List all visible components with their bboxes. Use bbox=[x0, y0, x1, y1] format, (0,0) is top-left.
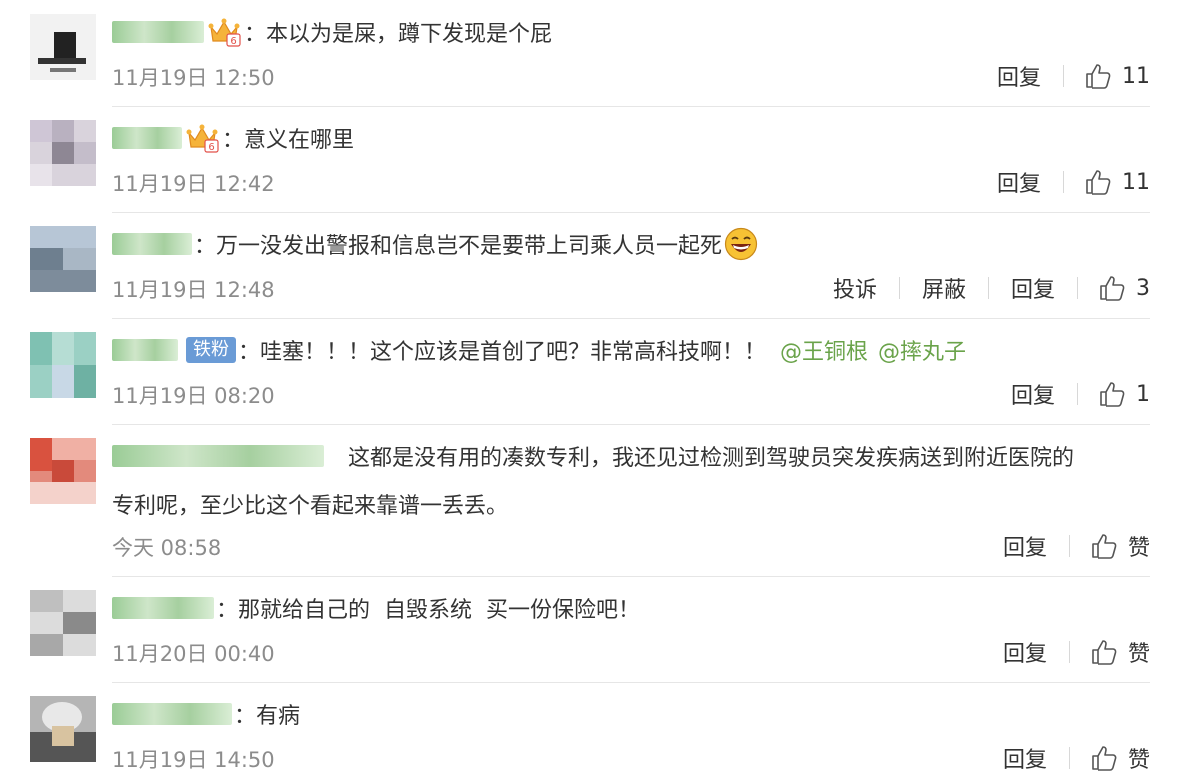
like-label[interactable]: 赞 bbox=[1128, 530, 1150, 562]
comment-time: 今天 08:58 bbox=[112, 536, 222, 560]
divider bbox=[112, 106, 1150, 107]
comment-time: 11月19日 12:48 bbox=[112, 278, 275, 302]
thumbs-up-icon[interactable] bbox=[1098, 380, 1126, 408]
separator bbox=[898, 277, 900, 299]
comment-time: 11月20日 00:40 bbox=[112, 642, 275, 666]
comment-text: 意义在哪里 bbox=[244, 128, 355, 153]
avatar[interactable] bbox=[30, 332, 96, 398]
separator bbox=[1077, 383, 1078, 405]
comment-text: 本以为是屎，蹲下发现是个屁 bbox=[266, 22, 553, 47]
avatar[interactable] bbox=[30, 438, 96, 504]
thumbs-up-icon[interactable] bbox=[1098, 274, 1126, 302]
separator bbox=[1063, 171, 1064, 193]
thumbs-up-icon[interactable] bbox=[1084, 62, 1112, 90]
thumbs-up-icon[interactable] bbox=[1090, 532, 1118, 560]
comment-time: 11月19日 12:50 bbox=[112, 66, 275, 90]
comment-text: 万一没发出警报和信息岂不是要带上司乘人员一起死 bbox=[216, 234, 723, 259]
comment-time: 11月19日 08:20 bbox=[112, 384, 275, 408]
crown-vip-icon: 6 bbox=[208, 17, 242, 47]
reply-button[interactable]: 回复 bbox=[1001, 742, 1049, 774]
fan-badge: 铁粉 bbox=[186, 337, 236, 363]
mention-link[interactable]: @王铜根 bbox=[780, 334, 868, 366]
avatar[interactable] bbox=[30, 590, 96, 656]
avatar[interactable] bbox=[30, 226, 96, 292]
separator bbox=[1063, 65, 1064, 87]
svg-text:6: 6 bbox=[230, 36, 236, 47]
mention-link[interactable]: @摔丸子 bbox=[878, 334, 966, 366]
separator bbox=[1068, 535, 1070, 557]
divider bbox=[112, 212, 1150, 213]
avatar[interactable] bbox=[30, 14, 96, 80]
comment-text: 那就给自己的 自毁系统 买一份保险吧！ bbox=[238, 598, 640, 623]
like-label[interactable]: 赞 bbox=[1128, 636, 1150, 668]
avatar[interactable] bbox=[30, 120, 96, 186]
reply-button[interactable]: 回复 bbox=[1001, 530, 1049, 562]
comment-text: 这都是没有用的凑数专利，我还见过检测到驾驶员突发疾病送到附近医院的 bbox=[348, 446, 1075, 471]
separator bbox=[1068, 641, 1070, 663]
username[interactable] bbox=[112, 233, 192, 255]
svg-text:6: 6 bbox=[208, 142, 214, 153]
like-label[interactable]: 赞 bbox=[1128, 742, 1150, 774]
crown-vip-icon: 6 bbox=[186, 123, 220, 153]
username[interactable] bbox=[112, 703, 232, 725]
like-count: 11 bbox=[1122, 169, 1150, 195]
reply-button[interactable]: 回复 bbox=[995, 166, 1043, 198]
username[interactable] bbox=[112, 445, 324, 467]
like-count: 3 bbox=[1136, 275, 1150, 301]
reply-button[interactable]: 回复 bbox=[1009, 378, 1057, 410]
thumbs-up-icon[interactable] bbox=[1084, 168, 1112, 196]
like-count: 11 bbox=[1122, 63, 1150, 89]
divider bbox=[112, 682, 1150, 683]
separator bbox=[1077, 277, 1078, 299]
comment-time: 11月19日 12:42 bbox=[112, 172, 275, 196]
comment-time: 11月19日 14:50 bbox=[112, 748, 275, 772]
avatar[interactable] bbox=[30, 696, 96, 762]
username[interactable] bbox=[112, 339, 178, 361]
thumbs-up-icon[interactable] bbox=[1090, 744, 1118, 772]
block-button[interactable]: 屏蔽 bbox=[920, 272, 968, 304]
username[interactable] bbox=[112, 597, 214, 619]
comment-text-continued: 专利呢，至少比这个看起来靠谱一丢丢。 bbox=[112, 494, 509, 519]
separator bbox=[1068, 747, 1070, 769]
username[interactable] bbox=[112, 21, 204, 43]
divider bbox=[112, 576, 1150, 577]
like-count: 1 bbox=[1136, 381, 1150, 407]
separator bbox=[987, 277, 989, 299]
divider bbox=[112, 318, 1150, 319]
divider bbox=[112, 424, 1150, 425]
thumbs-up-icon[interactable] bbox=[1090, 638, 1118, 666]
comment-text: 哇塞！！！这个应该是首创了吧？非常高科技啊！！ bbox=[260, 340, 767, 365]
reply-button[interactable]: 回复 bbox=[995, 60, 1043, 92]
report-button[interactable]: 投诉 bbox=[831, 272, 879, 304]
username[interactable] bbox=[112, 127, 182, 149]
laughing-emoji-icon bbox=[724, 227, 758, 261]
reply-button[interactable]: 回复 bbox=[1009, 272, 1057, 304]
reply-button[interactable]: 回复 bbox=[1001, 636, 1049, 668]
comment-text: 有病 bbox=[256, 704, 301, 729]
